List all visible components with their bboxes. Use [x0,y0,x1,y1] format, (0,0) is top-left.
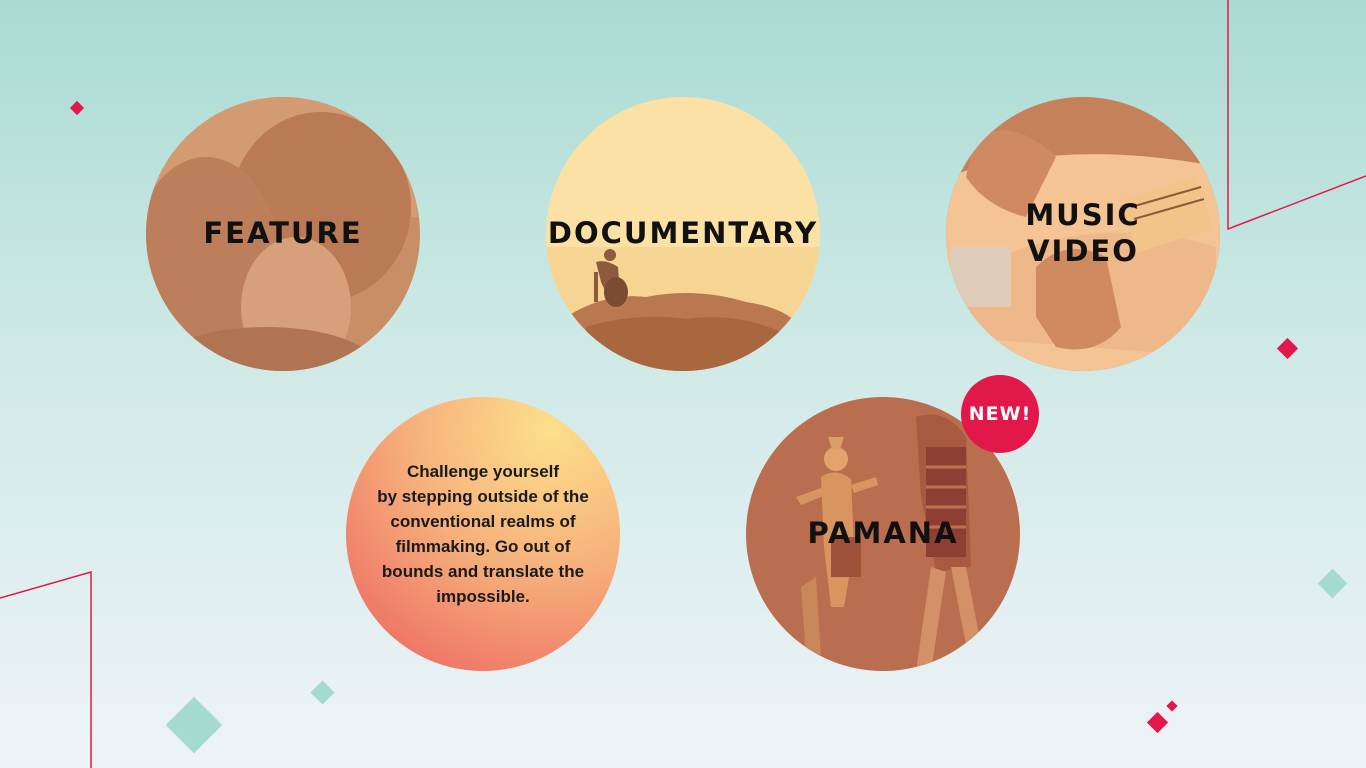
red-diamond [69,100,85,116]
challenge-line: impossible. [436,587,530,606]
music-video-category-button[interactable]: MUSIC VIDEO [946,97,1220,371]
documentary-label: DOCUMENTARY [547,216,819,250]
red-diamond [1276,337,1299,360]
red-diamond [1146,711,1169,734]
new-badge: NEW! [961,375,1039,453]
music-label-line2: VIDEO [1027,234,1139,268]
documentary-category-button[interactable]: DOCUMENTARY [546,97,820,371]
challenge-description: Challenge yourself by stepping outside o… [360,459,606,609]
music-label-line1: MUSIC [1025,198,1141,232]
challenge-line: filmmaking. Go out of [395,537,571,556]
teal-diamond [1317,568,1348,599]
teal-diamond [165,696,223,754]
challenge-description-circle: Challenge yourself by stepping outside o… [346,397,620,671]
challenge-line: conventional realms of [390,512,576,531]
challenge-line: Challenge yourself [406,462,560,481]
feature-label: FEATURE [203,216,363,250]
pamana-label: PAMANA [807,516,959,550]
challenge-line: bounds and translate the [381,562,585,581]
teal-diamond [310,680,335,705]
feature-category-button[interactable]: FEATURE [146,97,420,371]
red-diamond [1166,700,1178,712]
challenge-line: by stepping outside of the [377,487,589,506]
